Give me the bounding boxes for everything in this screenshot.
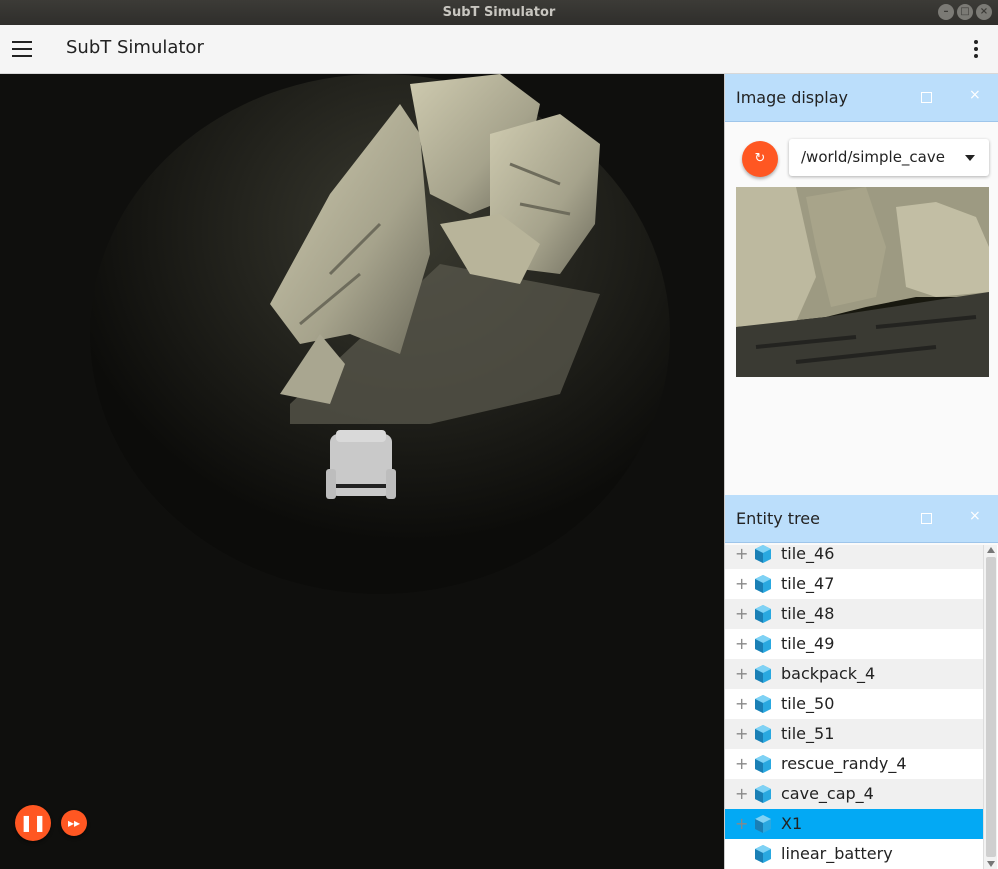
expand-icon[interactable]: + [735, 546, 748, 562]
app-bar: SubT Simulator [0, 25, 998, 74]
expand-icon[interactable]: + [735, 666, 748, 682]
tree-item[interactable]: + tile_51 [725, 719, 983, 749]
tree-item[interactable]: + backpack_4 [725, 659, 983, 689]
tree-item[interactable]: + tile_47 [725, 569, 983, 599]
expand-icon[interactable]: + [735, 636, 748, 652]
topic-value: /world/simple_cave [801, 148, 945, 166]
close-panel-icon[interactable]: × [969, 87, 981, 103]
right-dock: Image display × ↻ /world/simple_cave Ent… [724, 74, 998, 869]
model-cube-icon [755, 815, 771, 833]
tree-item-label: tile_49 [781, 634, 835, 653]
close-panel-icon[interactable]: × [969, 508, 981, 524]
tree-item-label: X1 [781, 814, 803, 833]
expand-icon[interactable]: + [735, 816, 748, 832]
tree-item[interactable]: + tile_49 [725, 629, 983, 659]
expand-icon[interactable]: + [735, 696, 748, 712]
expand-icon[interactable]: + [735, 786, 748, 802]
tree-item-label: tile_48 [781, 604, 835, 623]
tree-item-label: backpack_4 [781, 664, 876, 683]
tree-item[interactable]: + tile_50 [725, 689, 983, 719]
scroll-up-icon[interactable] [987, 547, 995, 553]
window-controls: – □ × [938, 4, 992, 20]
entity-tree-header: Entity tree × [725, 495, 998, 543]
maximize-panel-icon[interactable] [921, 92, 932, 103]
expand-icon[interactable]: + [735, 756, 748, 772]
model-cube-icon [755, 755, 771, 773]
tree-item[interactable]: + rescue_randy_4 [725, 749, 983, 779]
pause-icon[interactable]: ❚❚ [15, 805, 51, 841]
entity-tree-title: Entity tree [736, 509, 820, 528]
tree-item-label: tile_50 [781, 694, 835, 713]
tree-item-selected[interactable]: + X1 [725, 809, 983, 839]
topic-dropdown[interactable]: /world/simple_cave [789, 139, 989, 176]
simulation-controls: ❚❚ ▸▸ [15, 805, 87, 841]
tree-item-label: rescue_randy_4 [781, 754, 907, 773]
scrollbar-thumb[interactable] [986, 557, 996, 857]
window-titlebar: SubT Simulator – □ × [0, 0, 998, 25]
model-cube-icon [755, 845, 771, 863]
tree-item[interactable]: linear_battery [725, 839, 983, 869]
minimize-window-button[interactable]: – [938, 4, 954, 20]
tree-item-label: tile_51 [781, 724, 835, 743]
entity-tree: + tile_46 + tile_47 + tile_48 + tile_49 … [725, 545, 998, 869]
model-cube-icon [755, 605, 771, 623]
tree-item-label: linear_battery [781, 844, 893, 863]
model-cube-icon [755, 575, 771, 593]
fast-forward-icon[interactable]: ▸▸ [61, 810, 87, 836]
expand-icon[interactable]: + [735, 606, 748, 622]
refresh-icon[interactable]: ↻ [742, 141, 778, 177]
tree-item-label: cave_cap_4 [781, 784, 874, 803]
model-cube-icon [755, 785, 771, 803]
3d-scene-viewport[interactable]: ❚❚ ▸▸ [0, 74, 724, 869]
chevron-down-icon [965, 155, 975, 161]
close-window-button[interactable]: × [976, 4, 992, 20]
expand-icon[interactable]: + [735, 726, 748, 742]
model-cube-icon [755, 725, 771, 743]
tree-item-label: tile_47 [781, 574, 835, 593]
image-display-title: Image display [736, 88, 849, 107]
camera-image [736, 187, 989, 377]
maximize-panel-icon[interactable] [921, 513, 932, 524]
more-vert-icon[interactable] [974, 40, 978, 60]
scroll-down-icon[interactable] [987, 861, 995, 867]
hamburger-icon[interactable] [12, 41, 32, 57]
tree-item-label: tile_46 [781, 545, 835, 563]
model-cube-icon [755, 695, 771, 713]
model-cube-icon [755, 545, 771, 563]
tree-item[interactable]: + cave_cap_4 [725, 779, 983, 809]
model-cube-icon [755, 635, 771, 653]
tree-scrollbar[interactable] [983, 545, 997, 869]
model-cube-icon [755, 665, 771, 683]
app-title: SubT Simulator [66, 37, 204, 58]
robot-x1-model[interactable] [326, 430, 396, 499]
cave-scene-render [0, 74, 724, 869]
image-display-header: Image display × [725, 74, 998, 122]
maximize-window-button[interactable]: □ [957, 4, 973, 20]
tree-item[interactable]: + tile_48 [725, 599, 983, 629]
tree-item[interactable]: + tile_46 [725, 545, 983, 569]
window-title: SubT Simulator [442, 5, 556, 20]
expand-icon[interactable]: + [735, 576, 748, 592]
